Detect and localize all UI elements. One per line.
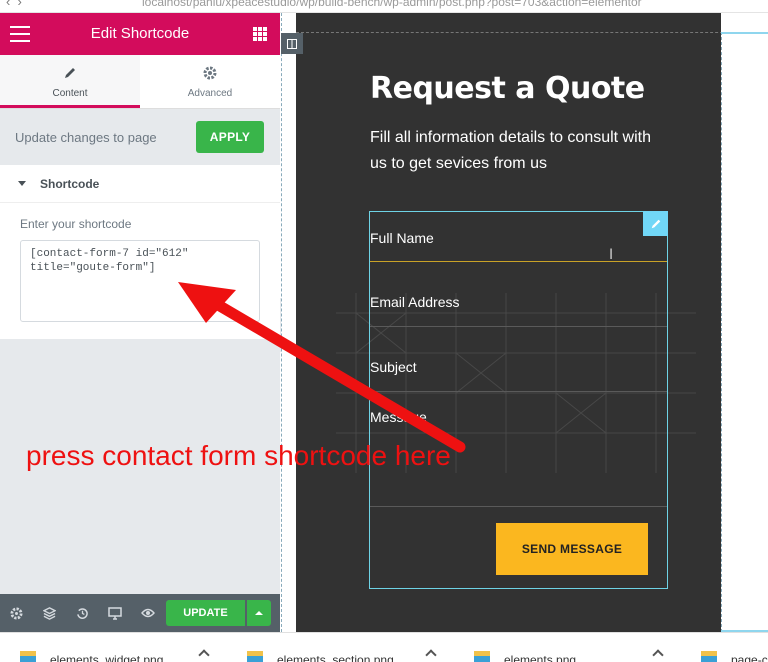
section-label: Shortcode	[40, 177, 100, 191]
tab-content-label: Content	[52, 88, 88, 99]
full-name-label: Full Name	[370, 230, 434, 246]
download-item[interactable]: elements.png	[454, 633, 680, 662]
caret-down-icon	[18, 181, 26, 186]
pencil-icon	[0, 65, 140, 81]
email-label: Email Address	[370, 294, 460, 310]
image-file-icon	[474, 651, 490, 662]
panel-header: Edit Shortcode	[0, 13, 280, 55]
gear-icon	[140, 65, 280, 81]
section-toggle-shortcode[interactable]: Shortcode	[0, 165, 280, 203]
back-arrow-icon[interactable]: ‹ ›	[6, 0, 22, 9]
downloads-bar: elements_widget.png elements_section.png…	[0, 632, 768, 662]
caret-up-icon	[255, 611, 263, 615]
image-file-icon	[701, 651, 717, 662]
responsive-icon[interactable]	[107, 605, 123, 621]
editor-panel: Edit Shortcode Content Advanced Update c…	[0, 13, 280, 632]
contact-form: Full Name Email Address Subject Message …	[369, 211, 668, 589]
settings-icon[interactable]	[8, 605, 24, 621]
subject-label: Subject	[370, 359, 417, 375]
download-item[interactable]: elements_section.png	[227, 633, 453, 662]
annotation-text: press contact form shortcode here	[26, 440, 451, 471]
preview-canvas: Request a Quote Fill all information det…	[281, 13, 768, 632]
panel-footer: UPDATE	[0, 594, 280, 632]
section-outline-left	[281, 13, 282, 632]
section-subheading: Fill all information details to consult …	[370, 129, 652, 172]
history-icon[interactable]	[74, 605, 90, 621]
download-filename: elements_widget.png	[50, 653, 164, 662]
subject-field[interactable]: Subject	[370, 327, 667, 392]
quote-section[interactable]: Request a Quote Fill all information det…	[296, 13, 721, 632]
update-changes-row: Update changes to page APPLY	[0, 109, 280, 165]
chevron-up-icon[interactable]	[425, 649, 437, 661]
update-changes-text: Update changes to page	[15, 130, 157, 145]
update-button[interactable]: UPDATE	[166, 600, 245, 626]
email-field[interactable]: Email Address	[370, 262, 667, 327]
apply-button[interactable]: APPLY	[196, 121, 264, 153]
column-outline-top	[721, 32, 768, 34]
section-outline-right	[721, 32, 722, 632]
update-options-button[interactable]	[247, 600, 271, 626]
shortcode-label: Enter your shortcode	[20, 217, 132, 231]
send-message-button[interactable]: SEND MESSAGE	[496, 523, 648, 575]
widgets-grid-icon[interactable]	[253, 27, 267, 41]
shortcode-control: Enter your shortcode	[0, 203, 280, 339]
image-file-icon	[20, 651, 36, 662]
section-handle-icon[interactable]	[281, 33, 303, 54]
download-item[interactable]: elements_widget.png	[0, 633, 226, 662]
url-text[interactable]: localhost/pahiu/xpeacestudio/wp/build-be…	[142, 0, 642, 9]
navigator-icon[interactable]	[41, 605, 57, 621]
preview-eye-icon[interactable]	[140, 605, 156, 621]
screen: ‹ › localhost/pahiu/xpeacestudio/wp/buil…	[0, 0, 768, 662]
full-name-field[interactable]: Full Name	[370, 212, 667, 262]
tab-advanced-label: Advanced	[187, 88, 233, 99]
panel-title: Edit Shortcode	[90, 25, 190, 42]
section-heading: Request a Quote	[370, 71, 645, 106]
browser-address-bar[interactable]: ‹ › localhost/pahiu/xpeacestudio/wp/buil…	[0, 0, 768, 13]
text-cursor-icon: I	[609, 247, 614, 263]
shortcode-input[interactable]	[20, 240, 260, 322]
download-filename: elements.png	[504, 653, 577, 662]
download-item[interactable]: page-c	[681, 633, 768, 662]
panel-tabs: Content Advanced	[0, 55, 280, 109]
image-file-icon	[247, 651, 263, 662]
section-outline-top	[296, 32, 768, 33]
message-label: Message	[370, 409, 427, 425]
chevron-up-icon[interactable]	[198, 649, 210, 661]
chevron-up-icon[interactable]	[652, 649, 664, 661]
download-filename: page-c	[731, 653, 768, 662]
download-filename: elements_section.png	[277, 653, 394, 662]
tab-content[interactable]: Content	[0, 55, 140, 108]
tab-advanced[interactable]: Advanced	[140, 55, 280, 108]
